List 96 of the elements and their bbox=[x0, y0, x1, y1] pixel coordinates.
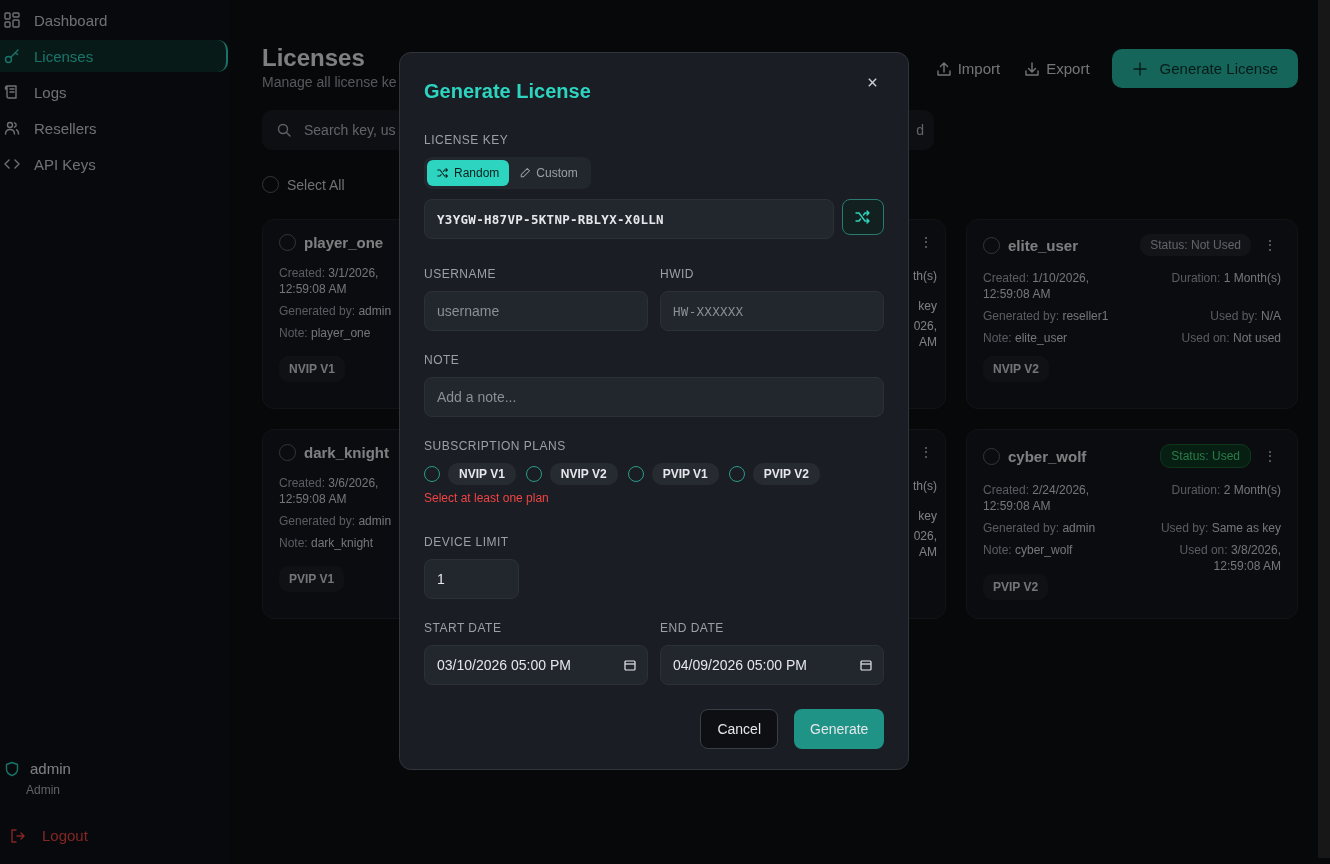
sidebar-item[interactable]: Resellers bbox=[0, 112, 228, 144]
generated-by-text: Generated by: admin bbox=[983, 520, 1097, 536]
field-label: START DATE bbox=[424, 621, 502, 635]
generated-by-text: Generated by: admin bbox=[279, 513, 393, 529]
hwid-field[interactable]: HW-XXXXXX bbox=[660, 291, 884, 331]
field-label: DEVICE LIMIT bbox=[424, 535, 509, 549]
field-label: LICENSE KEY bbox=[424, 133, 509, 147]
upload-icon bbox=[935, 60, 952, 77]
plan-chip[interactable]: NVIP V2 bbox=[549, 463, 618, 485]
duration-text: Duration: 2 Month(s) bbox=[1171, 482, 1281, 498]
calendar-icon bbox=[860, 659, 872, 671]
plan-tag: PVIP V1 bbox=[279, 566, 345, 592]
page-title: Licenses bbox=[262, 44, 366, 72]
logout-icon bbox=[10, 827, 26, 844]
card-title: cyber_wolf bbox=[1008, 447, 1087, 465]
generated-by-text: Generated by: admin bbox=[279, 303, 393, 319]
used-on-text: Used on: 3/8/2026, 12:59:08 AM bbox=[1178, 542, 1281, 574]
user-role: Admin bbox=[26, 783, 60, 797]
note-text: Note: elite_user bbox=[983, 330, 1069, 346]
card-text: 026, bbox=[913, 528, 937, 544]
shuffle-icon bbox=[855, 209, 871, 225]
plan-tag: NVIP V2 bbox=[983, 356, 1049, 382]
field-label: END DATE bbox=[660, 621, 724, 635]
status-badge: Status: Not Used bbox=[1140, 234, 1251, 256]
plan-chip[interactable]: PVIP V1 bbox=[651, 463, 719, 485]
card-text: th(s) bbox=[913, 478, 937, 494]
import-button[interactable]: Import bbox=[933, 52, 1003, 85]
close-icon[interactable] bbox=[867, 77, 878, 88]
used-by-text: Used by: N/A bbox=[1210, 308, 1281, 324]
page-subtitle: Manage all license ke bbox=[262, 74, 397, 90]
shield-icon bbox=[4, 760, 20, 777]
users-icon bbox=[4, 120, 20, 136]
shuffle-icon bbox=[437, 167, 449, 179]
note-text: Note: player_one bbox=[279, 325, 372, 341]
username-field[interactable]: username bbox=[424, 291, 648, 331]
card-title: player_one bbox=[304, 234, 384, 251]
card-text: th(s) bbox=[913, 268, 937, 284]
start-date-field[interactable]: 03/10/2026 05:00 PM bbox=[424, 645, 648, 685]
select-all-label: Select All bbox=[287, 176, 345, 193]
generated-by-text: Generated by: reseller1 bbox=[983, 308, 1110, 324]
user-name: admin bbox=[30, 760, 71, 777]
used-by-text: Used by: Same as key bbox=[1160, 520, 1281, 536]
plan-tag: NVIP V1 bbox=[279, 356, 345, 382]
calendar-icon bbox=[624, 659, 636, 671]
generate-button[interactable]: Generate bbox=[794, 709, 884, 749]
more-menu-button[interactable]: ⋮ bbox=[915, 444, 937, 460]
device-limit-field[interactable]: 1 bbox=[424, 559, 519, 599]
sidebar-item[interactable]: Logs bbox=[0, 76, 228, 108]
more-menu-button[interactable]: ⋮ bbox=[1259, 448, 1281, 464]
note-text: Note: dark_knight bbox=[279, 535, 375, 551]
scroll-icon bbox=[4, 84, 20, 100]
plan-tag: PVIP V2 bbox=[983, 574, 1049, 600]
export-button[interactable]: Export bbox=[1022, 52, 1092, 85]
cancel-button[interactable]: Cancel bbox=[700, 709, 778, 749]
sidebar-item[interactable]: API Keys bbox=[0, 148, 228, 180]
created-text: Created: 3/6/2026, 12:59:08 AM bbox=[279, 475, 380, 507]
note-field[interactable]: Add a note... bbox=[424, 377, 884, 417]
card-text: 026, bbox=[913, 318, 937, 334]
duration-text: Duration: 1 Month(s) bbox=[1171, 270, 1281, 286]
mode-tab[interactable]: Custom bbox=[509, 160, 588, 186]
sidebar-item[interactable]: Dashboard bbox=[0, 4, 228, 36]
plan-chip[interactable]: PVIP V2 bbox=[752, 463, 820, 485]
status-badge: Status: Used bbox=[1160, 444, 1251, 468]
license-key-field[interactable]: Y3YGW-H87VP-5KTNP-RBLYX-X0LLN bbox=[424, 199, 834, 239]
sidebar-item[interactable]: Licenses bbox=[0, 40, 228, 72]
search-icon bbox=[276, 122, 292, 138]
note-text: Note: cyber_wolf bbox=[983, 542, 1074, 558]
card-title: dark_knight bbox=[304, 444, 390, 461]
card-title: elite_user bbox=[1008, 236, 1079, 254]
field-label: HWID bbox=[660, 267, 694, 281]
mode-tab[interactable]: Random bbox=[427, 160, 510, 186]
search-hint: d bbox=[916, 122, 924, 138]
card-text: AM bbox=[919, 544, 937, 560]
more-menu-button[interactable]: ⋮ bbox=[915, 234, 937, 250]
regenerate-button[interactable] bbox=[842, 199, 884, 235]
error-text: Select at least one plan bbox=[424, 491, 549, 505]
card-text: AM bbox=[919, 334, 937, 350]
download-icon bbox=[1024, 60, 1041, 77]
created-text: Created: 3/1/2026, 12:59:08 AM bbox=[279, 265, 380, 297]
field-label: USERNAME bbox=[424, 267, 496, 281]
created-text: Created: 1/10/2026, 12:59:08 AM bbox=[983, 270, 1091, 302]
pencil-icon bbox=[519, 167, 532, 179]
field-label: SUBSCRIPTION PLANS bbox=[424, 439, 566, 453]
end-date-field[interactable]: 04/09/2026 05:00 PM bbox=[660, 645, 884, 685]
created-text: Created: 2/24/2026, 12:59:08 AM bbox=[983, 482, 1091, 514]
generate-license-button[interactable]: Generate License bbox=[1111, 49, 1298, 88]
field-label: NOTE bbox=[424, 353, 460, 367]
key-icon bbox=[4, 48, 20, 64]
plus-icon bbox=[1131, 60, 1148, 77]
more-menu-button[interactable]: ⋮ bbox=[1259, 237, 1281, 253]
dialog-title: Generate License bbox=[424, 80, 591, 103]
grid-icon bbox=[4, 12, 20, 28]
plan-chip[interactable]: NVIP V1 bbox=[448, 463, 516, 485]
card-text: key bbox=[918, 508, 937, 524]
card-text: key bbox=[918, 298, 937, 314]
used-on-text: Used on: Not used bbox=[1181, 330, 1281, 346]
